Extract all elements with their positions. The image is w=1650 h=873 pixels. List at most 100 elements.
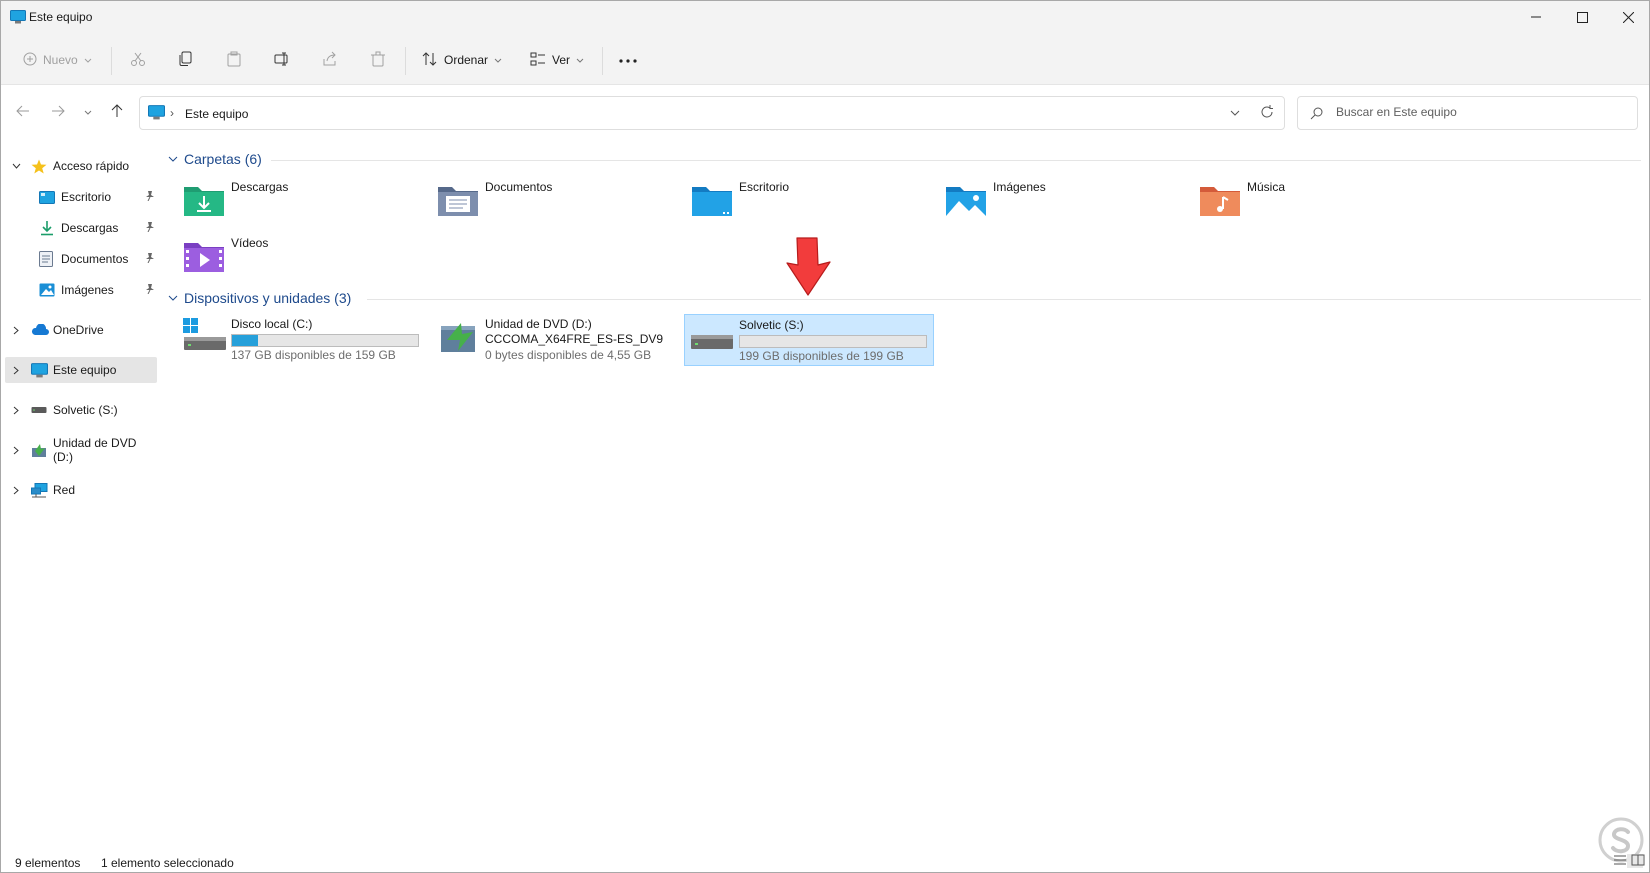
command-bar: Nuevo Ordenar Ver xyxy=(1,33,1649,85)
plus-icon xyxy=(23,52,37,69)
nav-label: Imágenes xyxy=(61,283,114,297)
refresh-icon[interactable] xyxy=(1260,105,1274,122)
maximize-button[interactable] xyxy=(1559,1,1605,33)
chevron-right-icon[interactable] xyxy=(11,406,21,415)
nav-item-solvetic[interactable]: Solvetic (S:) xyxy=(5,397,157,423)
pin-icon[interactable] xyxy=(145,252,155,266)
pin-icon[interactable] xyxy=(145,283,155,297)
nav-item-documentos[interactable]: Documentos xyxy=(5,246,157,272)
folder-name: Descargas xyxy=(231,180,289,194)
group-header-folders[interactable]: Carpetas (6) xyxy=(168,149,262,169)
breadcrumb-this-pc[interactable]: Este equipo xyxy=(185,107,248,121)
view-button[interactable]: Ver xyxy=(530,47,584,73)
image-icon xyxy=(39,283,55,297)
drive-icon xyxy=(31,406,47,414)
nav-item-onedrive[interactable]: OneDrive xyxy=(5,317,157,343)
paste-icon xyxy=(226,51,242,70)
nav-label: Solvetic (S:) xyxy=(53,403,118,417)
item-count: 9 elementos xyxy=(15,856,81,870)
drive-usage-bar xyxy=(231,334,419,347)
forward-button[interactable] xyxy=(47,101,69,123)
address-bar[interactable]: › Este equipo xyxy=(139,96,1285,130)
drive-solvetic[interactable]: Solvetic (S:) 199 GB disponibles de 199 … xyxy=(684,314,934,366)
folder-videos[interactable]: Vídeos xyxy=(177,233,417,283)
nav-item-dvd[interactable]: Unidad de DVD (D:) xyxy=(5,436,157,464)
nav-label: Escritorio xyxy=(61,190,112,204)
folder-musica[interactable]: Música xyxy=(1193,177,1433,227)
drive-free-space: 137 GB disponibles de 159 GB xyxy=(231,348,396,362)
more-options-button[interactable] xyxy=(618,47,638,73)
nav-label: Acceso rápido xyxy=(53,159,130,173)
chevron-down-icon[interactable] xyxy=(1230,106,1240,120)
file-explorer-window: Este equipo Nuevo Ordenar Ver › Este equ… xyxy=(0,0,1650,873)
details-view-icon[interactable] xyxy=(1613,854,1627,869)
chevron-right-icon[interactable] xyxy=(11,486,21,495)
back-button[interactable] xyxy=(12,101,34,123)
sort-button[interactable]: Ordenar xyxy=(422,47,502,73)
nav-item-network[interactable]: Red xyxy=(5,477,157,503)
folder-documentos[interactable]: Documentos xyxy=(431,177,671,227)
computer-icon xyxy=(10,10,26,27)
folder-escritorio[interactable]: Escritorio xyxy=(685,177,925,227)
nav-label: Documentos xyxy=(61,252,129,266)
computer-icon xyxy=(148,105,165,123)
share-icon xyxy=(322,51,338,70)
nav-item-imagenes[interactable]: Imágenes xyxy=(5,277,157,303)
nav-item-this-pc[interactable]: Este equipo xyxy=(5,357,157,383)
view-label: Ver xyxy=(552,53,571,67)
drive-usage-fill xyxy=(232,335,259,346)
toolbar-divider xyxy=(602,47,603,75)
sort-icon xyxy=(422,51,438,69)
nav-item-escritorio[interactable]: Escritorio xyxy=(5,184,157,210)
folder-name: Música xyxy=(1247,180,1286,194)
downloads-folder-icon xyxy=(183,181,225,220)
group-header-devices[interactable]: Dispositivos y unidades (3) xyxy=(168,288,351,308)
chevron-down-icon xyxy=(84,53,92,67)
pictures-folder-icon xyxy=(945,181,987,220)
new-label: Nuevo xyxy=(43,53,78,67)
drive-dvd[interactable]: Unidad de DVD (D:) CCCOMA_X64FRE_ES-ES_D… xyxy=(431,314,681,366)
chevron-right-icon[interactable] xyxy=(11,446,21,455)
drive-free-space: 0 bytes disponibles de 4,55 GB xyxy=(485,348,652,362)
copy-button[interactable] xyxy=(178,47,194,73)
close-button[interactable] xyxy=(1605,1,1650,33)
desktop-icon xyxy=(39,190,55,204)
rename-button[interactable] xyxy=(274,47,290,73)
recent-locations-button[interactable] xyxy=(77,101,99,123)
drive-c[interactable]: Disco local (C:) 137 GB disponibles de 1… xyxy=(177,314,427,366)
star-icon xyxy=(31,159,47,174)
drive-usage-bar xyxy=(739,335,927,348)
folder-descargas[interactable]: Descargas xyxy=(177,177,417,227)
folder-imagenes[interactable]: Imágenes xyxy=(939,177,1179,227)
folder-name: Escritorio xyxy=(739,180,790,194)
new-button[interactable]: Nuevo xyxy=(23,47,92,73)
rename-icon xyxy=(274,51,290,70)
chevron-right-icon[interactable] xyxy=(11,366,21,375)
nav-item-descargas[interactable]: Descargas xyxy=(5,215,157,241)
tiles-view-icon[interactable] xyxy=(1631,854,1645,869)
videos-folder-icon xyxy=(183,237,225,276)
title-bar: Este equipo xyxy=(1,1,1649,33)
cut-button[interactable] xyxy=(130,47,146,73)
search-box[interactable] xyxy=(1297,96,1638,130)
nav-quick-access[interactable]: Acceso rápido xyxy=(5,153,157,179)
chevron-down-icon[interactable] xyxy=(11,163,21,169)
drive-icon xyxy=(690,318,734,357)
chevron-down-icon xyxy=(84,105,92,119)
share-button[interactable] xyxy=(322,47,338,73)
red-arrow-icon xyxy=(785,237,831,300)
pin-icon[interactable] xyxy=(145,190,155,204)
pin-icon[interactable] xyxy=(145,221,155,235)
copy-icon xyxy=(178,51,194,70)
search-input[interactable] xyxy=(1336,105,1626,119)
desktop-folder-icon xyxy=(691,181,733,220)
delete-button[interactable] xyxy=(370,47,386,73)
arrow-left-icon xyxy=(16,105,30,120)
up-button[interactable] xyxy=(106,101,128,123)
nav-label: OneDrive xyxy=(53,323,104,337)
group-title: Carpetas (6) xyxy=(184,151,262,167)
minimize-button[interactable] xyxy=(1513,1,1559,33)
drive-name: Disco local (C:) xyxy=(231,317,313,331)
paste-button[interactable] xyxy=(226,47,242,73)
chevron-right-icon[interactable] xyxy=(11,326,21,335)
